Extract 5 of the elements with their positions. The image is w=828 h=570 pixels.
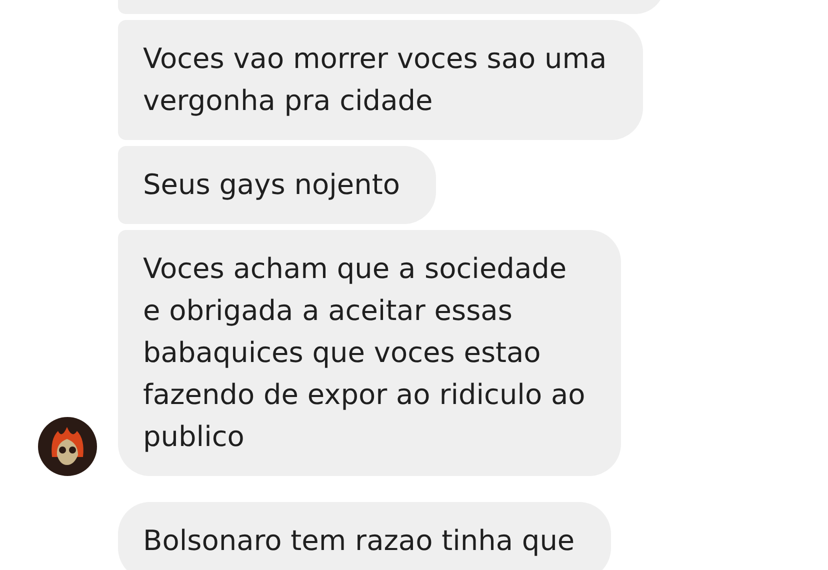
message-bubble: Voces vao morrer voces sao uma vergonha pra cidade	[118, 20, 643, 140]
avatar-icon[interactable]	[38, 417, 97, 476]
message-bubble: Voces acham que a sociedade e obrigada a aceitar essas babaquices que voces estao fazendo de expor ao ridiculo ao publico	[118, 230, 622, 476]
message-bubble: Bolsonaro tem razao tinha que	[118, 502, 611, 570]
message-bubble: Seus gays nojento	[118, 146, 436, 224]
